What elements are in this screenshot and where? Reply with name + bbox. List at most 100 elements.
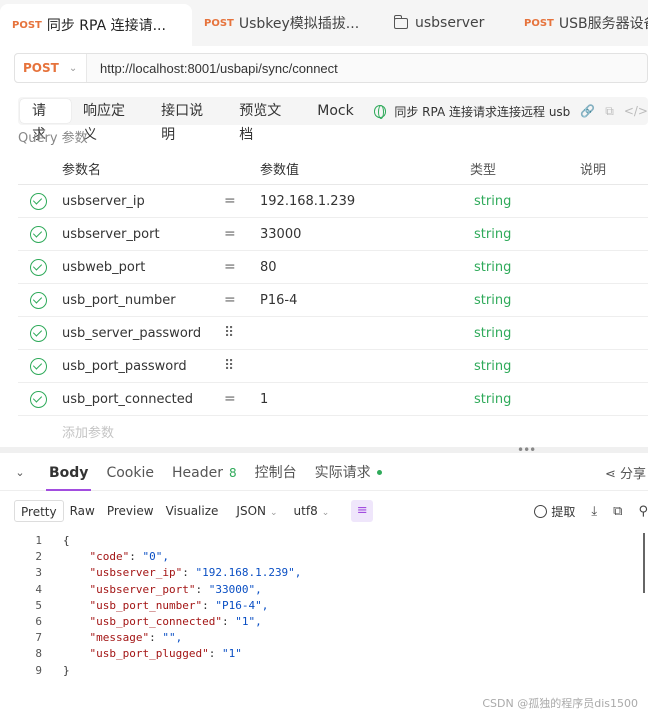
tab-preview-docs[interactable]: 预览文档 xyxy=(227,99,305,143)
table-row[interactable]: usb_port_connected = 1 string xyxy=(18,383,648,416)
json-key: "usb_port_connected" xyxy=(89,614,222,628)
param-operator: = xyxy=(224,259,236,275)
check-icon[interactable] xyxy=(29,291,47,309)
encoding-select[interactable]: utf8 ⌄ xyxy=(290,504,342,518)
check-icon[interactable] xyxy=(29,357,47,375)
format-preview[interactable]: Preview xyxy=(101,500,160,522)
json-value: "1" xyxy=(221,647,242,661)
tab-label: USB服务器设备 xyxy=(558,16,648,32)
table-row[interactable]: usbserver_port = 33000 string xyxy=(18,218,648,251)
method-select[interactable]: POST ⌄ xyxy=(15,54,87,82)
param-name[interactable]: usbserver_ip xyxy=(58,194,224,209)
extract-button[interactable]: 提取 xyxy=(534,503,575,520)
json-key: "usb_port_number" xyxy=(89,598,203,612)
param-type[interactable]: string xyxy=(470,359,580,374)
json-brace: { xyxy=(63,534,70,547)
param-type[interactable]: string xyxy=(470,194,580,209)
line-number: 2 xyxy=(35,550,42,564)
scrollbar[interactable] xyxy=(640,533,648,593)
add-param-placeholder[interactable]: 添加参数 xyxy=(18,416,648,446)
tab-header[interactable]: Header 8 xyxy=(163,455,246,491)
chevron-down-icon: ⌄ xyxy=(269,508,278,518)
tab-label: usbserver xyxy=(415,15,485,31)
param-type[interactable]: string xyxy=(470,227,580,242)
download-icon[interactable]: ⤓ xyxy=(591,504,597,519)
line-number: 3 xyxy=(35,566,42,580)
watermark: CSDN @孤独的程序员dis1500 xyxy=(482,697,638,710)
tab-cookie[interactable]: Cookie xyxy=(97,455,163,491)
param-type[interactable]: string xyxy=(470,260,580,275)
response-body-code[interactable]: 1{2 "code": "0", 3 "usbserver_ip": "192.1… xyxy=(14,533,634,679)
line-number: 9 xyxy=(35,663,42,677)
params-table: 参数名 参数值 类型 说明 usbserver_ip = 192.168.1.239… xyxy=(18,153,648,446)
tab-console[interactable]: 控制台 xyxy=(246,455,306,491)
param-name[interactable]: usb_port_number xyxy=(58,293,224,308)
copy-icon[interactable]: ⧉ xyxy=(613,504,622,519)
param-value[interactable]: 33000 xyxy=(260,227,470,242)
code-line: 3 "usbserver_ip": "192.168.1.239", xyxy=(14,565,634,581)
check-icon[interactable] xyxy=(29,390,47,408)
param-value[interactable]: 80 xyxy=(260,260,470,275)
param-name[interactable]: usb_port_password xyxy=(58,359,224,374)
param-name[interactable]: usb_server_password xyxy=(58,326,224,341)
tab-usbkey[interactable]: POST Usbkey模拟插拔... xyxy=(192,0,382,46)
chevron-down-icon: ⌄ xyxy=(321,508,330,518)
search-icon[interactable]: ⚲ xyxy=(638,504,648,519)
table-row[interactable]: usb_port_number = P16-4 string xyxy=(18,284,648,317)
param-value[interactable]: 192.168.1.239 xyxy=(260,194,470,209)
code-line: 7 "message": "", xyxy=(14,630,634,646)
check-icon[interactable] xyxy=(29,192,47,210)
extract-icon xyxy=(534,504,548,518)
url-input[interactable]: http://localhost:8001/usbapi/sync/connec… xyxy=(87,61,338,76)
response-tabs: ⌄ Body Cookie Header 8 控制台 实际请求 ⋖ 分享 xyxy=(0,455,648,491)
actual-request-label: 实际请求 xyxy=(314,464,371,481)
folder-icon xyxy=(393,14,408,29)
param-type[interactable]: string xyxy=(470,392,580,407)
format-select[interactable]: JSON ⌄ xyxy=(224,504,289,518)
tab-api-description[interactable]: 接口说明 xyxy=(149,99,227,143)
json-key: "code" xyxy=(89,550,130,564)
share-button[interactable]: ⋖ 分享 xyxy=(605,463,648,482)
tab-sync-rpa[interactable]: POST 同步 RPA 连接请... xyxy=(0,4,192,46)
param-value[interactable]: 1 xyxy=(260,392,470,407)
table-row[interactable]: usb_port_password ⠿ string xyxy=(18,350,648,383)
panel-splitter[interactable] xyxy=(0,447,648,453)
link-icon[interactable]: 🔗 xyxy=(580,104,595,118)
param-type[interactable]: string xyxy=(470,326,580,341)
json-value: "33000", xyxy=(208,582,262,596)
param-name[interactable]: usbweb_port xyxy=(58,260,224,275)
request-subtabs: 请求 响应定义 接口说明 预览文档 Mock 同步 RPA 连接请求连接远程 u… xyxy=(18,97,648,143)
json-value: "1", xyxy=(235,614,262,628)
tab-usbserver-folder[interactable]: usbserver xyxy=(382,0,512,46)
chevron-down-icon: ⌄ xyxy=(68,62,78,74)
code-line: 6 "usb_port_connected": "1", xyxy=(14,614,634,630)
globe-icon xyxy=(373,104,387,119)
param-type[interactable]: string xyxy=(470,293,580,308)
tab-body[interactable]: Body xyxy=(40,455,97,491)
check-icon[interactable] xyxy=(29,324,47,342)
check-icon[interactable] xyxy=(29,225,47,243)
format-visualize[interactable]: Visualize xyxy=(160,500,225,522)
param-name[interactable]: usbserver_port xyxy=(58,227,224,242)
header-note: 说明 xyxy=(580,163,607,178)
collapse-chevron-icon[interactable]: ⌄ xyxy=(0,466,40,479)
param-name[interactable]: usb_port_connected xyxy=(58,392,224,407)
copy-icon[interactable]: ⧉ xyxy=(605,104,614,119)
json-value: "P16-4", xyxy=(215,598,269,612)
format-select-value: JSON xyxy=(236,504,266,518)
code-line: 1{ xyxy=(14,533,634,549)
tab-request[interactable]: 请求 xyxy=(20,99,72,143)
format-raw[interactable]: Raw xyxy=(64,500,101,522)
tab-actual-request[interactable]: 实际请求 xyxy=(306,455,391,491)
code-icon[interactable]: </> xyxy=(624,104,648,118)
check-icon[interactable] xyxy=(29,258,47,276)
table-row[interactable]: usbweb_port = 80 string xyxy=(18,251,648,284)
tab-mock[interactable]: Mock xyxy=(305,99,365,123)
table-row[interactable]: usbserver_ip = 192.168.1.239 string xyxy=(18,185,648,218)
format-pretty[interactable]: Pretty xyxy=(14,500,64,522)
tab-usb-device[interactable]: POST USB服务器设备 xyxy=(512,0,648,46)
wrap-lines-icon[interactable]: ≡ xyxy=(351,500,374,522)
param-value[interactable]: P16-4 xyxy=(260,293,470,308)
tab-response-definition[interactable]: 响应定义 xyxy=(71,99,149,143)
table-row[interactable]: usb_server_password ⠿ string xyxy=(18,317,648,350)
